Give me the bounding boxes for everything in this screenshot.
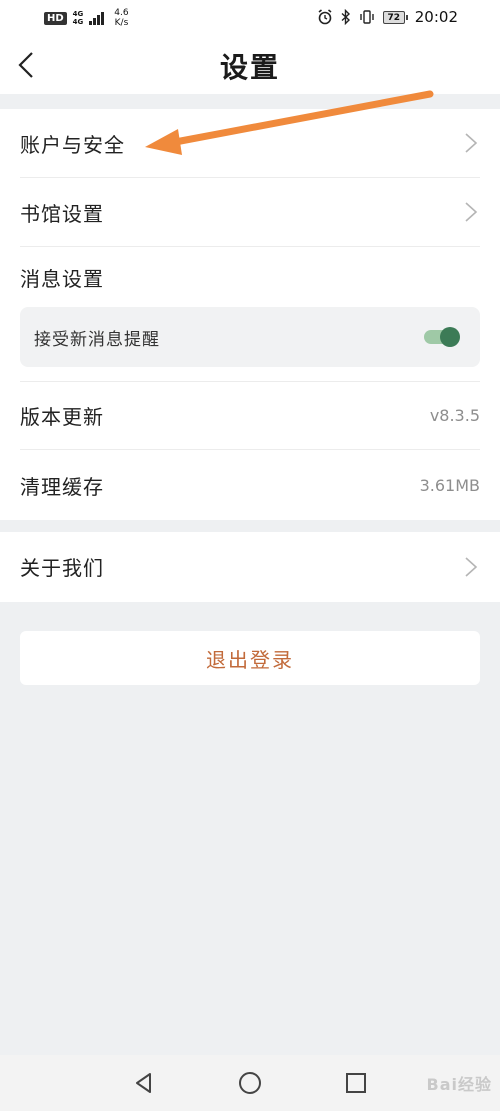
page-header: 设置 — [0, 36, 500, 94]
logout-label: 退出登录 — [206, 647, 294, 672]
network-speed: 4.6 K/s — [114, 8, 128, 28]
triangle-back-icon[interactable] — [130, 1069, 158, 1097]
battery-icon: 72 — [382, 10, 408, 24]
speed-unit: K/s — [114, 18, 129, 28]
version-update-row[interactable]: 版本更新 v8.3.5 — [20, 381, 480, 450]
signal-icon — [89, 11, 105, 25]
hd-badge: HD — [44, 11, 67, 25]
status-time: 20:02 — [414, 8, 458, 26]
vibrate-icon — [360, 10, 374, 24]
settings-panel-about: 关于我们 — [0, 532, 500, 602]
status-right: 72 20:02 — [317, 8, 458, 26]
toggle-knob — [440, 327, 460, 347]
settings-panel-main: 账户与安全 书馆设置 消息设置 接受新消息提醒 版本更新 v8.3.5 清理缓存… — [0, 109, 500, 520]
network-type-bottom: 4G — [72, 18, 84, 26]
chevron-right-icon — [465, 133, 478, 153]
message-settings-row: 消息设置 — [20, 247, 480, 307]
account-security-label: 账户与安全 — [20, 132, 125, 157]
chevron-right-icon — [465, 556, 478, 577]
clear-cache-row[interactable]: 清理缓存 3.61MB — [20, 451, 480, 520]
receive-new-messages-card: 接受新消息提醒 — [20, 307, 480, 367]
receive-new-messages-toggle[interactable] — [424, 327, 460, 347]
library-settings-label: 书馆设置 — [20, 201, 104, 226]
status-left: HD 4G 4G 4.6 K/s — [44, 8, 129, 28]
version-update-label: 版本更新 — [20, 405, 104, 429]
about-us-label: 关于我们 — [20, 556, 104, 580]
circle-home-icon[interactable] — [236, 1069, 264, 1097]
library-settings-row[interactable]: 书馆设置 — [20, 178, 480, 247]
page-title: 设置 — [219, 51, 280, 84]
message-settings-label: 消息设置 — [20, 266, 104, 291]
clear-cache-label: 清理缓存 — [20, 475, 104, 499]
cache-size-value: 3.61MB — [419, 476, 480, 495]
chevron-right-icon — [465, 202, 478, 222]
bluetooth-icon — [341, 9, 350, 25]
watermark: Bai经验 — [426, 1075, 492, 1094]
logout-button[interactable]: 退出登录 — [20, 631, 480, 685]
about-us-row[interactable]: 关于我们 — [20, 532, 480, 601]
network-type-top: 4G — [72, 10, 84, 18]
speed-value: 4.6 — [114, 8, 129, 18]
version-value: v8.3.5 — [429, 406, 480, 425]
account-security-row[interactable]: 账户与安全 — [20, 109, 480, 178]
receive-new-messages-label: 接受新消息提醒 — [34, 329, 160, 350]
system-nav-bar: Bai经验 — [0, 1055, 500, 1111]
status-bar: HD 4G 4G 4.6 K/s 72 20:02 — [0, 0, 500, 36]
square-recents-icon[interactable] — [342, 1069, 370, 1097]
alarm-icon — [318, 9, 332, 25]
network-type: 4G 4G — [73, 10, 84, 26]
